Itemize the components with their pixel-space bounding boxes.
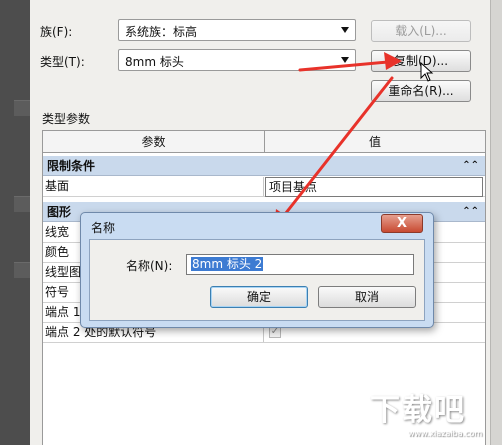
name-dialog: 名称 X 名称(N): 8mm 标头 2 确定 取消: [80, 212, 434, 328]
dropdown-arrow-icon: [341, 57, 349, 63]
type-select-value: 8mm 标头: [125, 55, 184, 69]
watermark-url: www.xiazaiba.com: [408, 429, 483, 438]
group-constraints[interactable]: 限制条件 ⌃⌃: [43, 156, 485, 176]
dropdown-arrow-icon: [341, 27, 349, 33]
ok-button[interactable]: 确定: [210, 286, 308, 308]
collapse-chevron-icon[interactable]: ⌃⌃: [462, 202, 479, 222]
cancel-button[interactable]: 取消: [318, 286, 416, 308]
mouse-cursor-icon: [420, 61, 434, 85]
name-dialog-body: 名称(N): 8mm 标头 2 确定 取消: [89, 239, 425, 321]
name-input-selected-text: 8mm 标头 2: [191, 257, 264, 271]
watermark-logo: 下载吧 www.xiazaiba.com: [370, 385, 482, 438]
value-column-header: 值: [265, 131, 485, 153]
family-select[interactable]: 系统族：标高: [118, 19, 356, 41]
param-value-field[interactable]: 项目基点: [265, 177, 483, 197]
load-button[interactable]: 载入(L)...: [371, 20, 471, 42]
watermark-text: 下载吧: [370, 393, 466, 428]
type-parameters-label: 类型参数: [42, 112, 91, 126]
param-name: 基面: [43, 177, 264, 196]
name-label: 名称(N):: [126, 259, 173, 273]
dialog-right-edge: [490, 0, 502, 445]
group-title: 限制条件: [47, 159, 96, 173]
collapse-chevron-icon[interactable]: ⌃⌃: [462, 156, 479, 176]
group-title: 图形: [47, 205, 72, 219]
table-row[interactable]: 基面 项目基点: [43, 177, 485, 197]
background-app-strip: [0, 0, 30, 445]
family-select-value: 系统族：标高: [125, 25, 198, 39]
name-dialog-title: 名称: [91, 221, 116, 235]
type-label: 类型(T):: [40, 55, 85, 69]
parameter-column-header: 参数: [43, 131, 265, 153]
close-icon[interactable]: X: [381, 214, 423, 233]
name-input[interactable]: 8mm 标头 2: [186, 254, 414, 275]
type-select[interactable]: 8mm 标头: [118, 49, 356, 71]
family-label: 族(F):: [40, 25, 73, 39]
